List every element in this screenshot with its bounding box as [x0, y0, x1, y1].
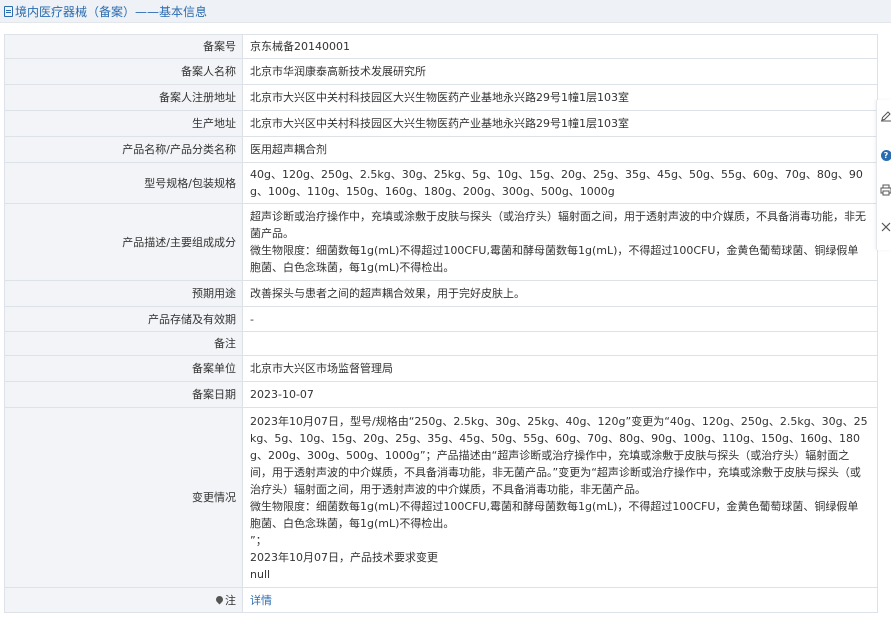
table-row: 型号规格/包装规格 40g、120g、250g、2.5kg、30g、25kg、5…: [4, 162, 878, 204]
product-name: 医用超声耦合剂: [242, 136, 878, 163]
note-label: 注: [4, 587, 243, 613]
document-icon: [4, 5, 13, 17]
table-row: 备案单位 北京市大兴区市场监督管理局: [4, 355, 878, 382]
record-number: 京东械备20140001: [242, 34, 878, 59]
value-line: 2023年10月07日，产品技术要求变更: [250, 550, 438, 564]
production-address: 北京市大兴区中关村科技园区大兴生物医药产业基地永兴路29号1幢1层103室: [242, 110, 878, 137]
help-icon[interactable]: ?: [880, 147, 891, 161]
value-line: 改善探头与患者之间的超声耦合效果，用于完好皮肤上。: [250, 287, 525, 300]
storage-validity: -: [242, 306, 878, 332]
value-line: 40g、120g、250g、2.5kg、30g、25kg、5g、10g、15g、…: [250, 168, 863, 198]
pin-icon: [214, 594, 225, 604]
close-icon[interactable]: [880, 221, 891, 235]
value-line: 2023-10-07: [250, 388, 314, 401]
table-row: 变更情况 2023年10月07日，型号/规格由“250g、2.5kg、30g、2…: [4, 407, 878, 588]
note-label-text: 注: [225, 593, 236, 607]
row-label: 备案人注册地址: [4, 84, 243, 111]
product-description: 超声诊断或治疗操作中，充填或涂敷于皮肤与探头（或治疗头）辐射面之间，用于透射声波…: [242, 203, 878, 281]
table-row: 备案日期 2023-10-07: [4, 381, 878, 408]
row-label: 备案单位: [4, 355, 243, 382]
change-history: 2023年10月07日，型号/规格由“250g、2.5kg、30g、25kg、4…: [242, 407, 878, 588]
value-line: 微生物限度：细菌数每1g(mL)不得超过100CFU,霉菌和酵母菌数每1g(mL…: [250, 244, 859, 274]
table-row: 产品存储及有效期 -: [4, 306, 878, 332]
page-title: 境内医疗器械（备案）——基本信息: [4, 3, 207, 20]
filing-date: 2023-10-07: [242, 381, 878, 408]
value-line: ”；: [250, 533, 267, 547]
table-row: 生产地址 北京市大兴区中关村科技园区大兴生物医药产业基地永兴路29号1幢1层10…: [4, 110, 878, 137]
value-line: 北京市华润康泰高新技术发展研究所: [250, 65, 426, 78]
value-line: 北京市大兴区中关村科技园区大兴生物医药产业基地永兴路29号1幢1层103室: [250, 117, 629, 130]
details-link[interactable]: 详情: [250, 594, 272, 607]
value-line: 2023年10月07日，型号/规格由“250g、2.5kg、30g、25kg、4…: [250, 414, 868, 496]
value-line: 京东械备20140001: [250, 40, 350, 53]
table-row: 注 详情: [4, 587, 878, 613]
value-line: 北京市大兴区市场监督管理局: [250, 362, 393, 375]
row-label: 预期用途: [4, 280, 243, 307]
side-toolbar: ?: [876, 100, 891, 250]
table-row: 预期用途 改善探头与患者之间的超声耦合效果，用于完好皮肤上。: [4, 280, 878, 307]
row-label: 产品描述/主要组成成分: [4, 203, 243, 281]
table-row: 备案号 京东械备20140001: [4, 34, 878, 59]
header-bar: 境内医疗器械（备案）——基本信息: [0, 0, 891, 23]
row-label: 备案人名称: [4, 58, 243, 85]
row-label: 备注: [4, 331, 243, 356]
table-row: 产品描述/主要组成成分 超声诊断或治疗操作中，充填或涂敷于皮肤与探头（或治疗头）…: [4, 203, 878, 281]
print-icon[interactable]: [880, 184, 891, 198]
note-value: 详情: [242, 587, 878, 613]
registered-address: 北京市大兴区中关村科技园区大兴生物医药产业基地永兴路29号1幢1层103室: [242, 84, 878, 111]
remarks: [242, 331, 878, 356]
filing-unit: 北京市大兴区市场监督管理局: [242, 355, 878, 382]
value-line: 北京市大兴区中关村科技园区大兴生物医药产业基地永兴路29号1幢1层103室: [250, 91, 629, 104]
value-line: null: [250, 567, 271, 581]
intended-use: 改善探头与患者之间的超声耦合效果，用于完好皮肤上。: [242, 280, 878, 307]
table-row: 备注: [4, 331, 878, 356]
row-label: 备案日期: [4, 381, 243, 408]
row-label: 生产地址: [4, 110, 243, 137]
value-line: -: [250, 312, 254, 326]
value-line: 医用超声耦合剂: [250, 143, 327, 156]
value-line: 超声诊断或治疗操作中，充填或涂敷于皮肤与探头（或治疗头）辐射面之间，用于透射声波…: [250, 210, 866, 240]
row-label: 型号规格/包装规格: [4, 162, 243, 204]
row-label: 产品存储及有效期: [4, 306, 243, 332]
registrant-name: 北京市华润康泰高新技术发展研究所: [242, 58, 878, 85]
model-specs: 40g、120g、250g、2.5kg、30g、25kg、5g、10g、15g、…: [242, 162, 878, 204]
info-table: 备案号 京东械备20140001 备案人名称 北京市华润康泰高新技术发展研究所 …: [4, 34, 878, 613]
row-label: 产品名称/产品分类名称: [4, 136, 243, 163]
table-row: 备案人注册地址 北京市大兴区中关村科技园区大兴生物医药产业基地永兴路29号1幢1…: [4, 84, 878, 111]
table-row: 备案人名称 北京市华润康泰高新技术发展研究所: [4, 58, 878, 85]
row-label: 备案号: [4, 34, 243, 59]
row-label: 变更情况: [4, 407, 243, 588]
edit-icon[interactable]: [880, 110, 891, 124]
page-title-text: 境内医疗器械（备案）——基本信息: [15, 4, 208, 19]
table-row: 产品名称/产品分类名称 医用超声耦合剂: [4, 136, 878, 163]
value-line: 微生物限度：细菌数每1g(mL)不得超过100CFU,霉菌和酵母菌数每1g(mL…: [250, 499, 859, 530]
